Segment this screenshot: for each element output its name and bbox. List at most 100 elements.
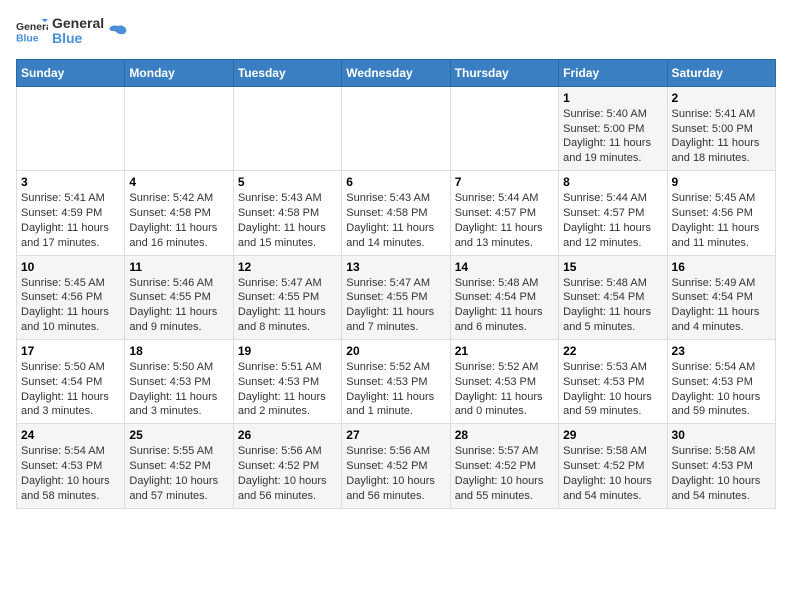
day-number: 29: [563, 428, 662, 442]
weekday-header: Sunday: [17, 59, 125, 86]
calendar-cell: 14 Sunrise: 5:48 AMSunset: 4:54 PMDayligh…: [450, 255, 558, 339]
day-info: Sunrise: 5:41 AMSunset: 4:59 PMDaylight:…: [21, 191, 120, 250]
calendar-cell: 11 Sunrise: 5:46 AMSunset: 4:55 PMDayligh…: [125, 255, 233, 339]
weekday-header: Wednesday: [342, 59, 450, 86]
day-number: 12: [238, 260, 337, 274]
weekday-header: Tuesday: [233, 59, 341, 86]
day-number: 5: [238, 175, 337, 189]
day-number: 11: [129, 260, 228, 274]
day-number: 2: [672, 91, 771, 105]
day-info: Sunrise: 5:52 AMSunset: 4:53 PMDaylight:…: [455, 360, 554, 419]
day-info: Sunrise: 5:58 AMSunset: 4:52 PMDaylight:…: [563, 444, 662, 503]
day-info: Sunrise: 5:45 AMSunset: 4:56 PMDaylight:…: [21, 276, 120, 335]
day-info: Sunrise: 5:43 AMSunset: 4:58 PMDaylight:…: [346, 191, 445, 250]
day-number: 8: [563, 175, 662, 189]
calendar-cell: [450, 86, 558, 170]
calendar-cell: 9 Sunrise: 5:45 AMSunset: 4:56 PMDaylight…: [667, 171, 775, 255]
day-info: Sunrise: 5:43 AMSunset: 4:58 PMDaylight:…: [238, 191, 337, 250]
day-info: Sunrise: 5:48 AMSunset: 4:54 PMDaylight:…: [455, 276, 554, 335]
calendar-cell: 20 Sunrise: 5:52 AMSunset: 4:53 PMDayligh…: [342, 339, 450, 423]
logo-icon: General Blue: [16, 17, 48, 45]
day-number: 16: [672, 260, 771, 274]
calendar-cell: 13Sunrise: 5:47 AMSunset: 4:55 PMDayligh…: [342, 255, 450, 339]
calendar-cell: 16 Sunrise: 5:49 AMSunset: 4:54 PMDayligh…: [667, 255, 775, 339]
calendar-week-row: 3 Sunrise: 5:41 AMSunset: 4:59 PMDaylight…: [17, 171, 776, 255]
calendar-cell: [17, 86, 125, 170]
calendar-cell: 23 Sunrise: 5:54 AMSunset: 4:53 PMDayligh…: [667, 339, 775, 423]
day-info: Sunrise: 5:55 AMSunset: 4:52 PMDaylight:…: [129, 444, 228, 503]
day-number: 18: [129, 344, 228, 358]
day-number: 23: [672, 344, 771, 358]
calendar-cell: 28Sunrise: 5:57 AMSunset: 4:52 PMDayligh…: [450, 424, 558, 508]
day-info: Sunrise: 5:58 AMSunset: 4:53 PMDaylight:…: [672, 444, 771, 503]
calendar-cell: 6Sunrise: 5:43 AMSunset: 4:58 PMDaylight…: [342, 171, 450, 255]
day-info: Sunrise: 5:44 AMSunset: 4:57 PMDaylight:…: [455, 191, 554, 250]
day-info: Sunrise: 5:50 AMSunset: 4:54 PMDaylight:…: [21, 360, 120, 419]
day-number: 24: [21, 428, 120, 442]
day-info: Sunrise: 5:56 AMSunset: 4:52 PMDaylight:…: [346, 444, 445, 503]
calendar-cell: 15 Sunrise: 5:48 AMSunset: 4:54 PMDayligh…: [559, 255, 667, 339]
weekday-header: Saturday: [667, 59, 775, 86]
calendar-week-row: 10 Sunrise: 5:45 AMSunset: 4:56 PMDayligh…: [17, 255, 776, 339]
weekday-header-row: SundayMondayTuesdayWednesdayThursdayFrid…: [17, 59, 776, 86]
calendar-cell: 18 Sunrise: 5:50 AMSunset: 4:53 PMDayligh…: [125, 339, 233, 423]
day-info: Sunrise: 5:51 AMSunset: 4:53 PMDaylight:…: [238, 360, 337, 419]
day-info: Sunrise: 5:53 AMSunset: 4:53 PMDaylight:…: [563, 360, 662, 419]
day-number: 10: [21, 260, 120, 274]
calendar-cell: 19 Sunrise: 5:51 AMSunset: 4:53 PMDayligh…: [233, 339, 341, 423]
calendar-cell: 5 Sunrise: 5:43 AMSunset: 4:58 PMDaylight…: [233, 171, 341, 255]
calendar-cell: 8 Sunrise: 5:44 AMSunset: 4:57 PMDaylight…: [559, 171, 667, 255]
day-number: 13: [346, 260, 445, 274]
day-number: 14: [455, 260, 554, 274]
day-number: 21: [455, 344, 554, 358]
calendar-week-row: 24Sunrise: 5:54 AMSunset: 4:53 PMDayligh…: [17, 424, 776, 508]
day-number: 25: [129, 428, 228, 442]
calendar-cell: 21 Sunrise: 5:52 AMSunset: 4:53 PMDayligh…: [450, 339, 558, 423]
calendar-cell: [342, 86, 450, 170]
day-number: 15: [563, 260, 662, 274]
calendar-week-row: 1Sunrise: 5:40 AMSunset: 5:00 PMDaylight…: [17, 86, 776, 170]
day-info: Sunrise: 5:42 AMSunset: 4:58 PMDaylight:…: [129, 191, 228, 250]
day-number: 1: [563, 91, 662, 105]
calendar-cell: 7Sunrise: 5:44 AMSunset: 4:57 PMDaylight…: [450, 171, 558, 255]
day-number: 9: [672, 175, 771, 189]
day-number: 3: [21, 175, 120, 189]
calendar-cell: 12 Sunrise: 5:47 AMSunset: 4:55 PMDayligh…: [233, 255, 341, 339]
logo-blue: Blue: [52, 31, 104, 46]
day-info: Sunrise: 5:47 AMSunset: 4:55 PMDaylight:…: [238, 276, 337, 335]
day-number: 27: [346, 428, 445, 442]
day-info: Sunrise: 5:52 AMSunset: 4:53 PMDaylight:…: [346, 360, 445, 419]
page-header: General Blue General Blue: [16, 16, 776, 47]
calendar-cell: [125, 86, 233, 170]
day-info: Sunrise: 5:56 AMSunset: 4:52 PMDaylight:…: [238, 444, 337, 503]
day-info: Sunrise: 5:44 AMSunset: 4:57 PMDaylight:…: [563, 191, 662, 250]
calendar-cell: 22Sunrise: 5:53 AMSunset: 4:53 PMDayligh…: [559, 339, 667, 423]
day-info: Sunrise: 5:48 AMSunset: 4:54 PMDaylight:…: [563, 276, 662, 335]
logo: General Blue General Blue: [16, 16, 128, 47]
day-number: 20: [346, 344, 445, 358]
calendar-cell: 27 Sunrise: 5:56 AMSunset: 4:52 PMDayligh…: [342, 424, 450, 508]
calendar-table: SundayMondayTuesdayWednesdayThursdayFrid…: [16, 59, 776, 509]
weekday-header: Friday: [559, 59, 667, 86]
day-info: Sunrise: 5:45 AMSunset: 4:56 PMDaylight:…: [672, 191, 771, 250]
calendar-cell: 1Sunrise: 5:40 AMSunset: 5:00 PMDaylight…: [559, 86, 667, 170]
calendar-cell: 26Sunrise: 5:56 AMSunset: 4:52 PMDayligh…: [233, 424, 341, 508]
day-info: Sunrise: 5:41 AMSunset: 5:00 PMDaylight:…: [672, 107, 771, 166]
calendar-cell: 25 Sunrise: 5:55 AMSunset: 4:52 PMDayligh…: [125, 424, 233, 508]
calendar-cell: 2 Sunrise: 5:41 AMSunset: 5:00 PMDaylight…: [667, 86, 775, 170]
svg-text:Blue: Blue: [16, 34, 39, 45]
day-number: 30: [672, 428, 771, 442]
day-number: 17: [21, 344, 120, 358]
weekday-header: Monday: [125, 59, 233, 86]
day-info: Sunrise: 5:46 AMSunset: 4:55 PMDaylight:…: [129, 276, 228, 335]
calendar-cell: 30 Sunrise: 5:58 AMSunset: 4:53 PMDayligh…: [667, 424, 775, 508]
svg-text:General: General: [16, 23, 48, 34]
day-number: 19: [238, 344, 337, 358]
calendar-cell: 10 Sunrise: 5:45 AMSunset: 4:56 PMDayligh…: [17, 255, 125, 339]
logo-bird-icon: [108, 21, 128, 41]
calendar-cell: 29 Sunrise: 5:58 AMSunset: 4:52 PMDayligh…: [559, 424, 667, 508]
day-info: Sunrise: 5:50 AMSunset: 4:53 PMDaylight:…: [129, 360, 228, 419]
day-info: Sunrise: 5:49 AMSunset: 4:54 PMDaylight:…: [672, 276, 771, 335]
calendar-cell: [233, 86, 341, 170]
day-info: Sunrise: 5:54 AMSunset: 4:53 PMDaylight:…: [672, 360, 771, 419]
